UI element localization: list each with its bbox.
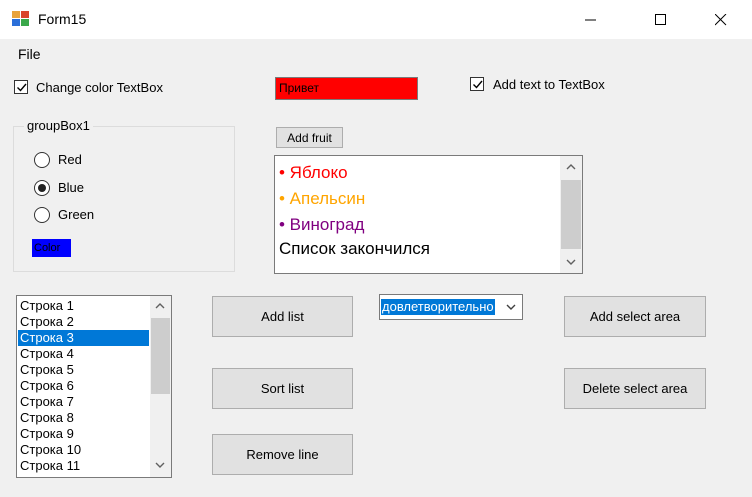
scroll-up-icon[interactable]: [566, 163, 576, 170]
add-text-checkbox[interactable]: [470, 77, 484, 91]
group-box-title: groupBox1: [24, 118, 93, 133]
list-item[interactable]: Строка 2: [18, 314, 149, 330]
minimize-icon: [585, 19, 596, 20]
close-icon: [715, 13, 727, 25]
chevron-down-icon: [506, 304, 516, 310]
delete-select-area-button[interactable]: Delete select area: [564, 368, 706, 409]
list-item[interactable]: Строка 7: [18, 394, 149, 410]
change-color-label: Change color TextBox: [36, 80, 163, 95]
lines-listbox[interactable]: Строка 1 Строка 2 Строка 3 Строка 4 Стро…: [16, 295, 172, 478]
remove-line-button[interactable]: Remove line: [212, 434, 353, 475]
checkmark-icon: [473, 80, 483, 89]
add-list-button[interactable]: Add list: [212, 296, 353, 337]
list-item[interactable]: Строка 6: [18, 378, 149, 394]
richtext-scrollbar[interactable]: [560, 156, 582, 273]
list-end-line: Список закончился: [279, 239, 430, 258]
menu-bar: [0, 39, 752, 67]
add-text-label: Add text to TextBox: [493, 77, 605, 92]
combobox-value: довлетворительно: [381, 299, 495, 315]
greeting-text: Привет: [279, 81, 320, 95]
window-title: Form15: [38, 11, 87, 27]
radio-green[interactable]: [34, 207, 50, 223]
maximize-icon: [655, 13, 666, 25]
greeting-textbox[interactable]: Привет: [275, 77, 418, 100]
grade-combobox[interactable]: довлетворительно: [379, 294, 523, 320]
combobox-dropdown-button[interactable]: [499, 295, 522, 319]
radio-green-label: Green: [58, 207, 95, 222]
list-item[interactable]: Строка 4: [18, 346, 149, 362]
radio-red-label: Red: [58, 152, 82, 167]
radio-blue[interactable]: [34, 180, 50, 196]
list-item-selected[interactable]: Строка 3: [18, 330, 149, 346]
close-button[interactable]: [698, 0, 744, 39]
maximize-button[interactable]: [638, 0, 684, 39]
add-select-area-button[interactable]: Add select area: [564, 296, 706, 337]
radio-red[interactable]: [34, 152, 50, 168]
scroll-up-icon[interactable]: [155, 302, 165, 309]
fruit-line-orange: • Апельсин: [279, 189, 366, 208]
menu-file[interactable]: File: [18, 46, 41, 62]
fruit-richtextbox[interactable]: • Яблоко • Апельсин • Виноград Список за…: [274, 155, 583, 274]
fruit-line-grape: • Виноград: [279, 215, 365, 234]
add-fruit-button[interactable]: Add fruit: [276, 127, 343, 148]
list-item[interactable]: Строка 8: [18, 410, 149, 426]
change-color-checkbox[interactable]: [14, 80, 28, 94]
listbox-scrollbar[interactable]: [150, 296, 171, 477]
scroll-down-icon[interactable]: [155, 462, 165, 469]
list-item[interactable]: Строка 10: [18, 442, 149, 458]
scroll-down-icon[interactable]: [566, 259, 576, 266]
scroll-thumb[interactable]: [561, 180, 581, 249]
list-item[interactable]: Строка 5: [18, 362, 149, 378]
list-item[interactable]: Строка 9: [18, 426, 149, 442]
list-item[interactable]: Строка 1: [18, 298, 149, 314]
app-icon: [12, 11, 30, 27]
sort-list-button[interactable]: Sort list: [212, 368, 353, 409]
fruit-line-apple: • Яблоко: [279, 163, 348, 182]
color-label: Color: [32, 239, 71, 257]
scroll-thumb[interactable]: [151, 318, 170, 394]
minimize-button[interactable]: [568, 0, 614, 39]
checkmark-icon: [17, 83, 27, 92]
list-item[interactable]: Строка 11: [18, 458, 149, 474]
radio-blue-label: Blue: [58, 180, 85, 195]
